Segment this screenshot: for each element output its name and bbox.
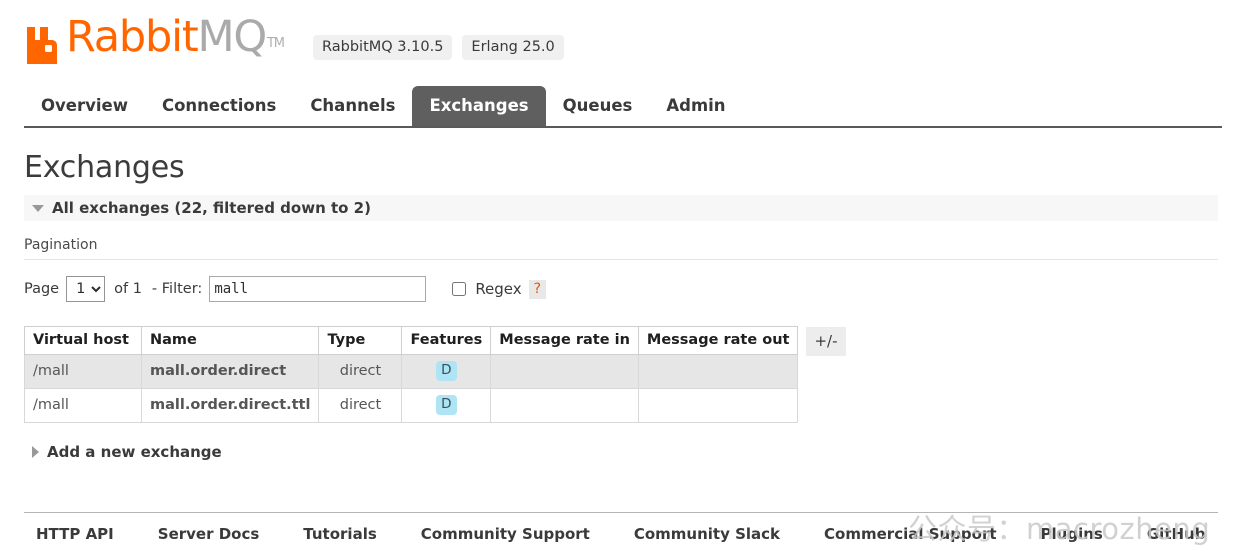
cell-features: D bbox=[401, 387, 492, 423]
logo-wordmark: RabbitMQTM bbox=[66, 16, 285, 69]
filter-label: - Filter: bbox=[151, 281, 203, 297]
pagination-heading: Pagination bbox=[24, 237, 1218, 260]
logo-rabbit-text: Rabbit bbox=[66, 12, 199, 62]
regex-checkbox[interactable] bbox=[452, 282, 467, 296]
main-navigation: Overview Connections Channels Exchanges … bbox=[0, 86, 1242, 128]
add-exchange-toggle[interactable]: Add a new exchange bbox=[32, 443, 1218, 461]
footer-link-plugins[interactable]: Plugins bbox=[1041, 525, 1103, 543]
table-head: Virtual host Name Type Features Message … bbox=[24, 326, 799, 355]
page-total-label: of 1 bbox=[114, 281, 142, 297]
logo-mq-text: MQ bbox=[197, 12, 267, 62]
tab-connections[interactable]: Connections bbox=[145, 86, 293, 126]
cell-message-rate-out bbox=[637, 387, 799, 423]
cell-message-rate-in bbox=[490, 387, 639, 423]
chevron-down-icon bbox=[32, 204, 44, 212]
cell-exchange-name[interactable]: mall.order.direct bbox=[140, 354, 320, 389]
exchanges-table-wrap: Virtual host Name Type Features Message … bbox=[24, 326, 1242, 423]
regex-help-icon[interactable]: ? bbox=[528, 279, 547, 299]
column-header-type[interactable]: Type bbox=[318, 326, 403, 355]
page-label: Page bbox=[24, 281, 60, 297]
cell-virtual-host: /mall bbox=[24, 387, 142, 423]
page-select[interactable]: 1 bbox=[66, 276, 106, 302]
regex-group: Regex ? bbox=[452, 279, 547, 299]
all-exchanges-section-toggle[interactable]: All exchanges (22, filtered down to 2) bbox=[24, 195, 1218, 221]
durable-badge: D bbox=[436, 394, 457, 415]
tab-exchanges[interactable]: Exchanges bbox=[412, 86, 546, 126]
add-exchange-label: Add a new exchange bbox=[47, 442, 222, 461]
pagination-filter-row: Page 1 of 1 - Filter: Regex ? bbox=[24, 274, 1218, 304]
page-title: Exchanges bbox=[24, 150, 185, 185]
table-row[interactable]: /mall mall.order.direct direct D bbox=[24, 354, 799, 389]
footer-link-community-slack[interactable]: Community Slack bbox=[634, 525, 780, 543]
durable-badge: D bbox=[436, 361, 457, 381]
table-row[interactable]: /mall mall.order.direct.ttl direct D bbox=[24, 387, 799, 423]
footer-link-http-api[interactable]: HTTP API bbox=[36, 525, 114, 543]
toggle-columns-button[interactable]: +/- bbox=[806, 327, 846, 356]
footer-link-commercial-support[interactable]: Commercial Support bbox=[824, 525, 997, 543]
footer-link-list: HTTP API Server Docs Tutorials Community… bbox=[0, 513, 1242, 543]
cell-message-rate-out bbox=[637, 354, 799, 389]
column-header-message-rate-out[interactable]: Message rate out bbox=[637, 326, 799, 355]
cell-exchange-name[interactable]: mall.order.direct.ttl bbox=[140, 387, 320, 423]
column-header-virtual-host[interactable]: Virtual host bbox=[24, 326, 142, 355]
tab-channels[interactable]: Channels bbox=[293, 86, 412, 126]
cell-features: D bbox=[401, 354, 492, 389]
badge-erlang-version: Erlang 25.0 bbox=[462, 35, 564, 60]
footer-link-server-docs[interactable]: Server Docs bbox=[158, 525, 260, 543]
column-header-features[interactable]: Features bbox=[401, 326, 492, 355]
cell-virtual-host: /mall bbox=[24, 354, 142, 389]
badge-rabbitmq-version: RabbitMQ 3.10.5 bbox=[313, 35, 453, 60]
tab-queues[interactable]: Queues bbox=[546, 86, 650, 126]
main-content: Exchanges All exchanges (22, filtered do… bbox=[0, 132, 1242, 461]
nav-tab-list: Overview Connections Channels Exchanges … bbox=[24, 86, 743, 126]
nav-underline bbox=[24, 126, 1222, 128]
rabbit-head-icon bbox=[24, 25, 64, 67]
table-body: /mall mall.order.direct direct D /mall m… bbox=[24, 354, 799, 423]
table-header-row: Virtual host Name Type Features Message … bbox=[24, 326, 799, 355]
all-exchanges-label: All exchanges (22, filtered down to 2) bbox=[52, 199, 371, 217]
column-header-message-rate-in[interactable]: Message rate in bbox=[490, 326, 639, 355]
app-header: RabbitMQTM RabbitMQ 3.10.5 Erlang 25.0 bbox=[0, 0, 1242, 82]
cell-message-rate-in bbox=[490, 354, 639, 389]
page-footer: HTTP API Server Docs Tutorials Community… bbox=[0, 512, 1242, 543]
tab-admin[interactable]: Admin bbox=[649, 86, 742, 126]
filter-input[interactable] bbox=[209, 276, 427, 302]
footer-link-github[interactable]: GitHub bbox=[1147, 525, 1206, 543]
rabbitmq-logo[interactable]: RabbitMQTM bbox=[24, 14, 285, 69]
chevron-right-icon bbox=[32, 445, 39, 458]
column-header-name[interactable]: Name bbox=[140, 326, 320, 355]
cell-type: direct bbox=[318, 354, 403, 389]
regex-label: Regex bbox=[475, 280, 522, 298]
footer-link-tutorials[interactable]: Tutorials bbox=[303, 525, 376, 543]
cell-type: direct bbox=[318, 387, 403, 423]
tab-overview[interactable]: Overview bbox=[24, 86, 145, 126]
exchanges-table: Virtual host Name Type Features Message … bbox=[24, 326, 799, 423]
logo-trademark: TM bbox=[267, 36, 285, 51]
footer-link-community-support[interactable]: Community Support bbox=[421, 525, 590, 543]
version-badges: RabbitMQ 3.10.5 Erlang 25.0 bbox=[313, 35, 564, 60]
